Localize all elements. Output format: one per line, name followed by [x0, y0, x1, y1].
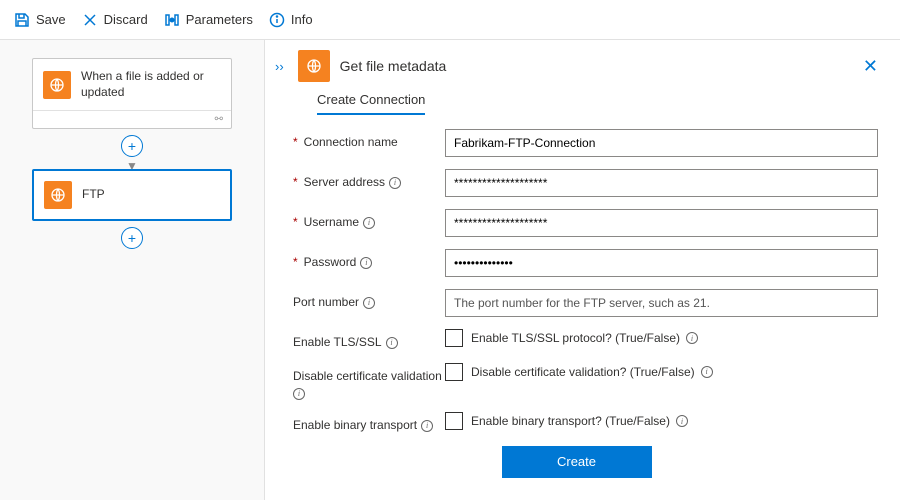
- info-icon[interactable]: i: [686, 332, 698, 344]
- card-footer: ⚯: [33, 110, 231, 128]
- discard-icon: [82, 12, 98, 28]
- tab-create-connection[interactable]: Create Connection: [317, 92, 425, 115]
- info-icon[interactable]: i: [389, 177, 401, 189]
- password-input[interactable]: [445, 249, 878, 277]
- tls-cb-label: Enable TLS/SSL protocol? (True/False): [471, 331, 680, 345]
- info-icon[interactable]: i: [701, 366, 713, 378]
- parameters-button[interactable]: Parameters: [164, 12, 253, 28]
- parameters-label: Parameters: [186, 12, 253, 27]
- label-server-address: Server address: [304, 175, 385, 191]
- cert-checkbox[interactable]: [445, 363, 463, 381]
- info-icon[interactable]: i: [421, 420, 433, 432]
- add-step-button[interactable]: +: [121, 135, 143, 157]
- label-password: Password: [304, 255, 357, 271]
- action-title: FTP: [82, 187, 105, 203]
- label-tls: Enable TLS/SSL: [293, 335, 382, 351]
- username-input[interactable]: [445, 209, 878, 237]
- parameters-icon: [164, 12, 180, 28]
- info-label: Info: [291, 12, 313, 27]
- save-button[interactable]: Save: [14, 12, 66, 28]
- create-button[interactable]: Create: [502, 446, 652, 478]
- save-label: Save: [36, 12, 66, 27]
- info-icon[interactable]: i: [386, 337, 398, 349]
- label-username: Username: [304, 215, 359, 231]
- server-address-input[interactable]: [445, 169, 878, 197]
- collapse-icon[interactable]: ››: [275, 59, 284, 74]
- ftp-icon: [298, 50, 330, 82]
- ftp-icon: [43, 71, 71, 99]
- binary-checkbox[interactable]: [445, 412, 463, 430]
- toolbar: Save Discard Parameters Info: [0, 0, 900, 40]
- cert-cb-label: Disable certificate validation? (True/Fa…: [471, 365, 695, 379]
- label-connection-name: Connection name: [304, 135, 398, 151]
- info-icon[interactable]: i: [363, 217, 375, 229]
- add-step-button[interactable]: +: [121, 227, 143, 249]
- port-input[interactable]: [445, 289, 878, 317]
- label-port: Port number: [293, 295, 359, 311]
- binary-cb-label: Enable binary transport? (True/False): [471, 414, 670, 428]
- label-binary: Enable binary transport: [293, 418, 417, 434]
- discard-button[interactable]: Discard: [82, 12, 148, 28]
- label-cert: Disable certificate validation: [293, 369, 442, 385]
- ftp-icon: [44, 181, 72, 209]
- info-icon[interactable]: i: [360, 257, 372, 269]
- info-icon[interactable]: i: [676, 415, 688, 427]
- tls-checkbox[interactable]: [445, 329, 463, 347]
- designer-canvas: When a file is added or updated ⚯ + ▼ FT…: [0, 40, 265, 500]
- trigger-title: When a file is added or updated: [81, 69, 221, 100]
- discard-label: Discard: [104, 12, 148, 27]
- info-icon: [269, 12, 285, 28]
- save-icon: [14, 12, 30, 28]
- close-icon[interactable]: ✕: [863, 56, 878, 77]
- trigger-card[interactable]: When a file is added or updated ⚯: [32, 58, 232, 129]
- details-panel: ›› Get file metadata ✕ Create Connection…: [265, 40, 900, 500]
- connection-name-input[interactable]: [445, 129, 878, 157]
- action-card[interactable]: FTP: [32, 169, 232, 221]
- panel-title: Get file metadata: [340, 58, 447, 74]
- info-button[interactable]: Info: [269, 12, 313, 28]
- info-icon[interactable]: i: [293, 388, 305, 400]
- link-icon: ⚯: [215, 114, 223, 125]
- info-icon[interactable]: i: [363, 297, 375, 309]
